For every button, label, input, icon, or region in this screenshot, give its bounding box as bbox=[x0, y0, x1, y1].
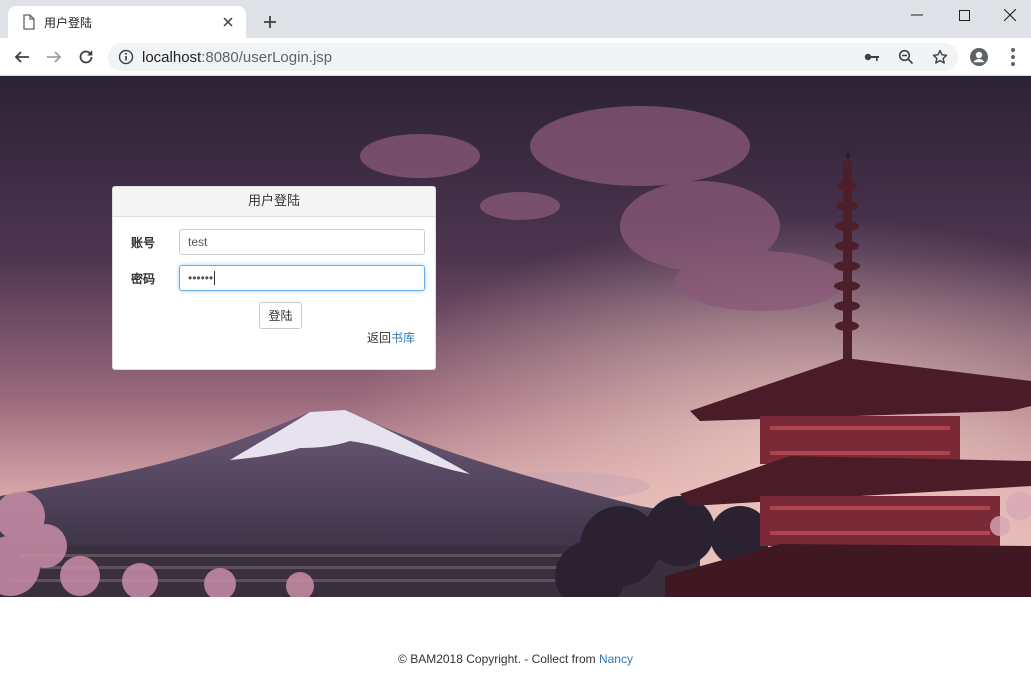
more-menu-icon[interactable] bbox=[1006, 48, 1020, 66]
account-label: 账号 bbox=[131, 235, 156, 250]
star-icon[interactable] bbox=[932, 49, 948, 65]
library-link[interactable]: 书库 bbox=[391, 331, 415, 345]
password-row: 密码 •••••• bbox=[131, 265, 425, 291]
minimize-icon[interactable] bbox=[894, 0, 940, 30]
maximize-icon[interactable] bbox=[941, 0, 987, 30]
login-button[interactable]: 登陆 bbox=[259, 302, 302, 329]
key-icon[interactable] bbox=[864, 49, 880, 65]
info-icon[interactable] bbox=[118, 49, 134, 65]
close-tab-icon[interactable] bbox=[220, 14, 236, 30]
close-window-icon[interactable] bbox=[987, 0, 1031, 30]
back-arrow-icon[interactable] bbox=[10, 45, 34, 69]
tab-title: 用户登陆 bbox=[44, 15, 93, 30]
url-text[interactable]: localhost:8080/userLogin.jsp bbox=[142, 49, 332, 66]
page-icon bbox=[22, 14, 36, 30]
back-to-library: 返回书库 bbox=[367, 329, 415, 346]
tab-strip: 用户登陆 bbox=[0, 0, 1031, 38]
url-host: localhost bbox=[142, 48, 202, 66]
zoom-icon[interactable] bbox=[898, 49, 914, 65]
text-caret bbox=[214, 271, 216, 285]
reload-icon[interactable] bbox=[74, 45, 98, 69]
profile-avatar-icon[interactable] bbox=[969, 47, 989, 67]
back-prefix: 返回 bbox=[366, 331, 391, 345]
account-value: test bbox=[188, 235, 208, 249]
account-input[interactable]: test bbox=[179, 229, 425, 255]
password-value: •••••• bbox=[188, 271, 214, 285]
new-tab-icon[interactable] bbox=[259, 11, 281, 33]
address-bar[interactable]: localhost:8080/userLogin.jsp bbox=[108, 43, 958, 71]
login-heading: 用户登陆 bbox=[113, 187, 435, 217]
copyright-text: © BAM2018 Copyright. - Collect from bbox=[398, 652, 599, 666]
page-footer: © BAM2018 Copyright. - Collect from Nanc… bbox=[0, 652, 1031, 666]
password-input[interactable]: •••••• bbox=[179, 265, 425, 291]
forward-arrow-icon[interactable] bbox=[42, 45, 66, 69]
login-panel: 用户登陆 账号 test 密码 •••••• 登陆 返回书库 bbox=[112, 186, 436, 370]
author-link[interactable]: Nancy bbox=[599, 652, 633, 666]
browser-toolbar: localhost:8080/userLogin.jsp bbox=[0, 38, 1031, 76]
url-path: :8080/userLogin.jsp bbox=[201, 48, 333, 66]
password-label: 密码 bbox=[131, 271, 156, 286]
account-row: 账号 test bbox=[131, 229, 425, 255]
browser-tab[interactable]: 用户登陆 bbox=[8, 6, 246, 38]
